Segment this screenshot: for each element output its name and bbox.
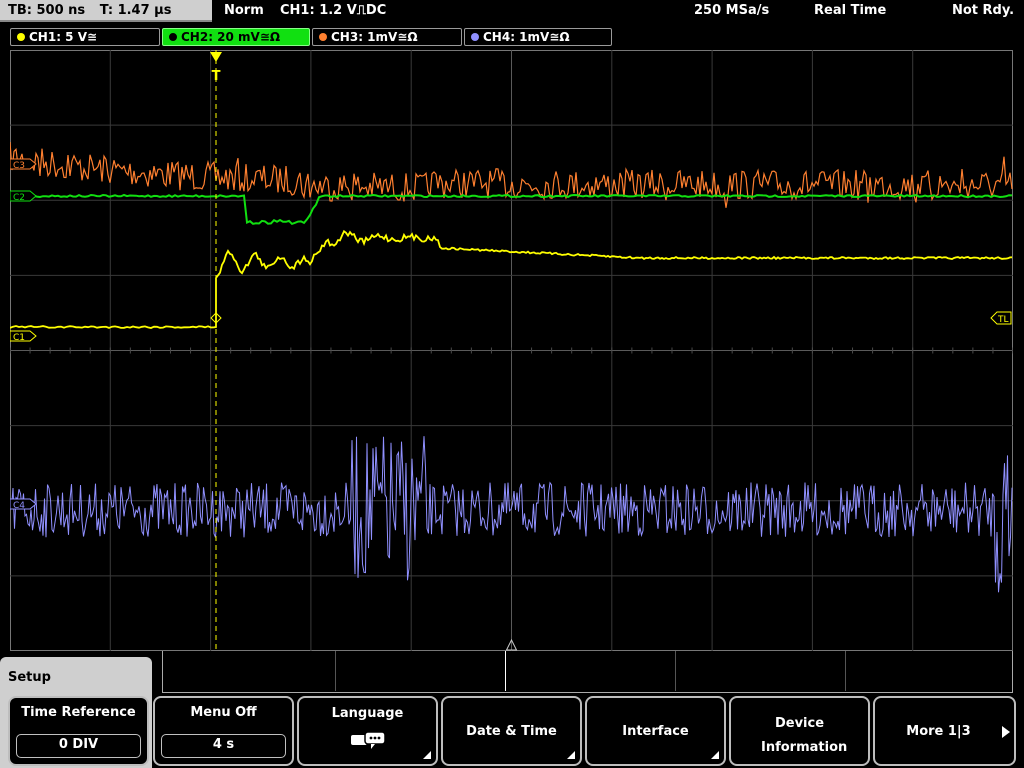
strip-divider bbox=[845, 651, 846, 691]
ch4-offset-marker-label: C4 bbox=[13, 501, 25, 511]
acquisition-state: Not Rdy. bbox=[952, 0, 1014, 22]
ch1-offset-marker[interactable]: C1 bbox=[10, 331, 36, 343]
ch2-offset-marker[interactable]: C2 bbox=[10, 191, 36, 203]
date-time-label: Date & Time bbox=[443, 724, 580, 739]
ch2-label: CH2: 20 mV≅Ω bbox=[181, 30, 280, 44]
date-time-button[interactable]: Date & Time bbox=[441, 696, 582, 766]
trigger-mode[interactable]: Norm bbox=[224, 0, 264, 22]
menu-off-label: Menu Off bbox=[155, 705, 292, 720]
ch4-label: CH4: 1mV≅Ω bbox=[483, 30, 570, 44]
ch3-offset-marker[interactable]: C3 bbox=[10, 159, 36, 171]
language-button[interactable]: Language bbox=[297, 696, 438, 766]
ch1-offset-marker-label: C1 bbox=[13, 333, 25, 343]
time-reference-value: 0 DIV bbox=[16, 734, 141, 758]
ch4-dot-icon bbox=[471, 33, 479, 41]
strip-divider bbox=[675, 651, 676, 691]
trigger-level-marker[interactable]: TL bbox=[991, 312, 1011, 325]
ch2-offset-marker-label: C2 bbox=[13, 193, 25, 203]
channel-tab-ch2[interactable]: CH2: 20 mV≅Ω bbox=[162, 28, 310, 46]
interface-label: Interface bbox=[587, 724, 724, 739]
interface-button[interactable]: Interface bbox=[585, 696, 726, 766]
channel-tab-ch3[interactable]: CH3: 1mV≅Ω bbox=[312, 28, 462, 46]
sample-rate: 250 MSa/s bbox=[694, 0, 769, 22]
time-reference-label: Time Reference bbox=[10, 705, 147, 720]
ch2-dot-icon bbox=[169, 33, 177, 41]
ch3-offset-marker-label: C3 bbox=[13, 161, 25, 171]
ch3-label: CH3: 1mV≅Ω bbox=[331, 30, 418, 44]
trigger-position-icon[interactable] bbox=[210, 52, 222, 62]
ch1-dot-icon bbox=[17, 33, 25, 41]
device-information-button[interactable]: Device Information bbox=[729, 696, 870, 766]
status-bar: Norm CH1: 1.2 V⎍DC 250 MSa/s Real Time N… bbox=[214, 0, 1024, 22]
trigger-position-label: T bbox=[212, 69, 221, 84]
strip-center bbox=[505, 651, 506, 691]
menu-off-button[interactable]: Menu Off 4 s bbox=[153, 696, 294, 766]
waveform-display[interactable]: T C3 C2 C1 C4 TL bbox=[10, 50, 1013, 651]
acquisition-mode: Real Time bbox=[814, 0, 886, 22]
time-reference-button[interactable]: Time Reference 0 DIV bbox=[8, 696, 149, 766]
submenu-indicator-icon bbox=[423, 751, 431, 759]
language-label: Language bbox=[299, 706, 436, 721]
menu-title: Setup bbox=[8, 670, 51, 685]
ch1-label: CH1: 5 V≅ bbox=[29, 30, 97, 44]
trigger-level-label: TL bbox=[997, 315, 1009, 325]
device-information-label: Device Information bbox=[731, 712, 868, 760]
ch3-dot-icon bbox=[319, 33, 327, 41]
trigger-time-value: T: 1.47 µs bbox=[100, 3, 172, 18]
horizontal-scrollbar[interactable] bbox=[162, 651, 1013, 693]
channel-tab-ch1[interactable]: CH1: 5 V≅ bbox=[10, 28, 160, 46]
submenu-indicator-icon bbox=[567, 751, 575, 759]
submenu-indicator-icon bbox=[711, 751, 719, 759]
rising-edge-icon: ⎍ bbox=[357, 3, 366, 18]
ch4-offset-marker[interactable]: C4 bbox=[10, 499, 36, 511]
trigger-source[interactable]: CH1: 1.2 V⎍DC bbox=[280, 0, 386, 22]
timebase-value: TB: 500 ns bbox=[8, 3, 85, 18]
timebase-panel[interactable]: TB: 500 ns T: 1.47 µs bbox=[0, 0, 212, 22]
more-label: More 1|3 bbox=[875, 724, 1002, 739]
more-button[interactable]: More 1|3 bbox=[873, 696, 1016, 766]
speech-bubbles-icon bbox=[349, 730, 389, 752]
strip-divider bbox=[335, 651, 336, 691]
channel-tab-ch4[interactable]: CH4: 1mV≅Ω bbox=[464, 28, 612, 46]
next-page-icon bbox=[1002, 726, 1010, 738]
menu-off-value: 4 s bbox=[161, 734, 286, 758]
